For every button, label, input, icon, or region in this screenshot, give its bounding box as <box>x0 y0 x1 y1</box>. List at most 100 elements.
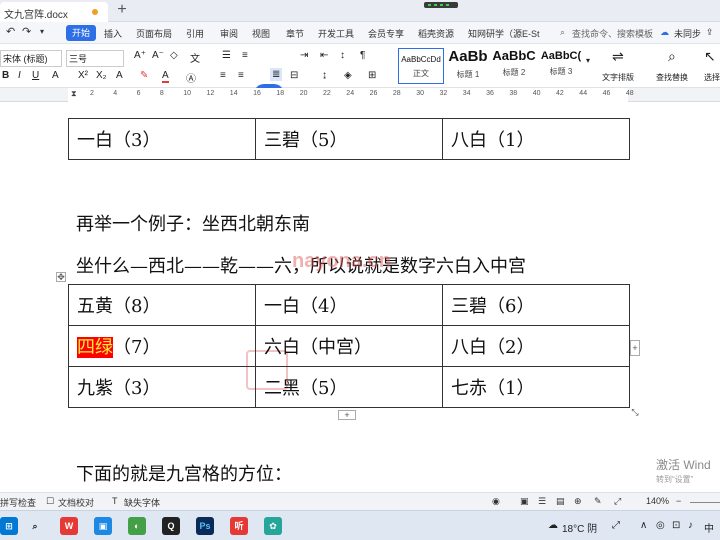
wechat-icon[interactable]: ◐ <box>128 517 146 535</box>
char-border-icon[interactable]: Ⓐ <box>186 70 196 85</box>
document-canvas[interactable]: 一白（3） 三碧（5） 八白（1） 再举一个例子：坐西北朝东南 坐什么—西北——… <box>0 102 720 492</box>
tab-cnki[interactable]: 知网研学（源E-St <box>468 27 548 40</box>
find-icon[interactable]: ⌕ <box>668 48 676 65</box>
tab-references[interactable]: 引用 <box>186 27 204 40</box>
style-normal[interactable]: AaBbCcDd 正文 <box>398 48 444 84</box>
underline-icon[interactable]: U <box>32 70 39 81</box>
table-previous[interactable]: 一白（3） 三碧（5） 八白（1） <box>68 118 630 160</box>
indent-icon[interactable]: ⇥ <box>300 50 308 61</box>
line-spacing-icon[interactable]: ↨ <box>322 70 327 81</box>
find-replace-label[interactable]: 查找替换 <box>656 72 688 83</box>
align-justify-icon[interactable]: ≣ <box>270 68 283 81</box>
eye-protect-icon[interactable]: ◉ <box>492 496 500 507</box>
table-cell[interactable]: 七赤（1） <box>442 366 630 408</box>
table-cell[interactable]: 八白（2） <box>442 325 630 367</box>
shrink-font-icon[interactable]: A⁻ <box>152 50 164 61</box>
paragraph-example[interactable]: 再举一个例子：坐西北朝东南 <box>76 210 310 236</box>
cloud-sync-icon[interactable]: ☁ <box>660 27 669 38</box>
table-cell[interactable]: 三碧（6） <box>442 284 630 326</box>
strikethrough-icon[interactable]: A <box>52 70 59 81</box>
page-view-icon[interactable]: ▣ <box>520 496 529 507</box>
indent-marker-icon[interactable]: ⧗ <box>71 89 77 99</box>
command-search-input[interactable]: 查找命令、搜索模板 <box>572 27 653 40</box>
sync-status[interactable]: 未同步 <box>674 27 701 40</box>
style-heading-3[interactable]: AaBbC( 标题 3 <box>538 48 584 84</box>
tab-page-layout[interactable]: 页面布局 <box>136 27 172 40</box>
borders-icon[interactable]: ⊞ <box>368 70 376 81</box>
outdent-icon[interactable]: ⇤ <box>320 50 328 61</box>
network-icon[interactable]: ⊡ <box>672 520 680 531</box>
clear-format-icon[interactable]: ◇ <box>170 50 178 61</box>
table-cell[interactable]: 二黑（5） <box>255 366 443 408</box>
add-row-button[interactable]: + <box>338 410 356 420</box>
fullscreen-icon[interactable]: ⤢ <box>614 496 621 507</box>
document-tab[interactable]: 文九宫阵.docx <box>0 2 108 22</box>
write-view-icon[interactable]: ✎ <box>594 496 602 507</box>
web-view-icon[interactable]: ⊕ <box>574 496 582 507</box>
photoshop-icon[interactable]: Ps <box>196 517 214 535</box>
screen-recorder-icon[interactable]: ▣ <box>94 517 112 535</box>
tab-home[interactable]: 开始 <box>66 25 96 41</box>
add-column-button[interactable]: + <box>630 340 640 356</box>
app-icon[interactable]: 听 <box>230 517 248 535</box>
select-icon[interactable]: ↖ <box>704 48 716 65</box>
app-settings-icon[interactable]: ✿ <box>264 517 282 535</box>
start-icon[interactable]: ⊞ <box>0 517 18 535</box>
align-center-icon[interactable]: ≡ <box>238 70 244 81</box>
font-name-select[interactable]: 宋体 (标题) <box>0 50 62 67</box>
show-marks-icon[interactable]: ¶ <box>360 50 365 61</box>
spell-check[interactable]: 拼写检查 <box>0 496 36 509</box>
undo-icon[interactable]: ↶ <box>6 25 15 38</box>
weather-status[interactable]: 18°C 阴 <box>562 520 597 535</box>
tab-member[interactable]: 会员专享 <box>368 27 404 40</box>
font-color-icon[interactable]: A <box>162 70 169 83</box>
outline-view-icon[interactable]: ☰ <box>538 496 546 507</box>
table-cell[interactable]: 九紫（3） <box>68 366 256 408</box>
table-cell[interactable]: 一白（4） <box>255 284 443 326</box>
font-size-select[interactable]: 三号 <box>66 50 124 67</box>
zoom-level[interactable]: 140% <box>646 496 669 506</box>
text-effect-icon[interactable]: A <box>116 70 123 81</box>
new-tab-button[interactable]: + <box>114 1 130 19</box>
styles-more-icon[interactable]: ▾ <box>586 56 590 65</box>
pinyin-icon[interactable]: 文 <box>190 50 200 65</box>
table-resize-icon[interactable]: ⤡ <box>630 408 640 418</box>
share-icon[interactable]: ⇪ <box>706 27 714 38</box>
numbering-icon[interactable]: ≡ <box>242 50 248 61</box>
text-layout-icon[interactable]: ⇌ <box>612 48 624 65</box>
more-chevron-icon[interactable]: ▾ <box>40 27 44 36</box>
table-cell-selected[interactable]: 四绿（7） <box>68 325 256 367</box>
redo-icon[interactable]: ↷ <box>22 25 31 38</box>
sort-icon[interactable]: ↕ <box>340 50 345 61</box>
qq-icon[interactable]: Q <box>162 517 180 535</box>
subscript-icon[interactable]: X₂ <box>96 70 107 81</box>
tab-review[interactable]: 审阅 <box>220 27 238 40</box>
superscript-icon[interactable]: X² <box>78 70 88 81</box>
bullets-icon[interactable]: ☰ <box>222 50 231 61</box>
tray-chevron-icon[interactable]: ∧ <box>640 520 647 531</box>
table-cell[interactable]: 五黄（8） <box>68 284 256 326</box>
tab-resources[interactable]: 稻壳资源 <box>418 27 454 40</box>
missing-font-icon[interactable]: T <box>112 496 118 506</box>
read-view-icon[interactable]: ▤ <box>556 496 565 507</box>
tab-view[interactable]: 视图 <box>252 27 270 40</box>
missing-font[interactable]: 缺失字体 <box>124 496 160 509</box>
search-icon[interactable]: ⌕ <box>560 27 565 38</box>
table-cell[interactable]: 三碧（5） <box>255 118 443 160</box>
table-move-handle-icon[interactable]: ✥ <box>56 272 66 282</box>
tab-section[interactable]: 章节 <box>286 27 304 40</box>
style-heading-1[interactable]: AaBb 标题 1 <box>446 48 490 84</box>
table-cell[interactable]: 六白（中宫） <box>255 325 443 367</box>
highlight-icon[interactable]: ✎ <box>140 70 148 81</box>
input-language[interactable]: 中 <box>704 520 714 535</box>
shading-icon[interactable]: ◈ <box>344 70 352 81</box>
select-label[interactable]: 选择 <box>704 72 720 83</box>
paragraph-directions[interactable]: 下面的就是九宫格的方位： <box>76 460 292 486</box>
weather-icon[interactable]: ☁ <box>548 520 558 531</box>
tray-app-icon[interactable]: ◎ <box>656 520 665 531</box>
distributed-icon[interactable]: ⊟ <box>290 70 298 81</box>
table-cell[interactable]: 一白（3） <box>68 118 256 160</box>
align-left-icon[interactable]: ≡ <box>220 70 226 81</box>
style-heading-2[interactable]: AaBbC 标题 2 <box>492 48 536 84</box>
tray-icon[interactable]: ⤢ <box>612 520 620 531</box>
